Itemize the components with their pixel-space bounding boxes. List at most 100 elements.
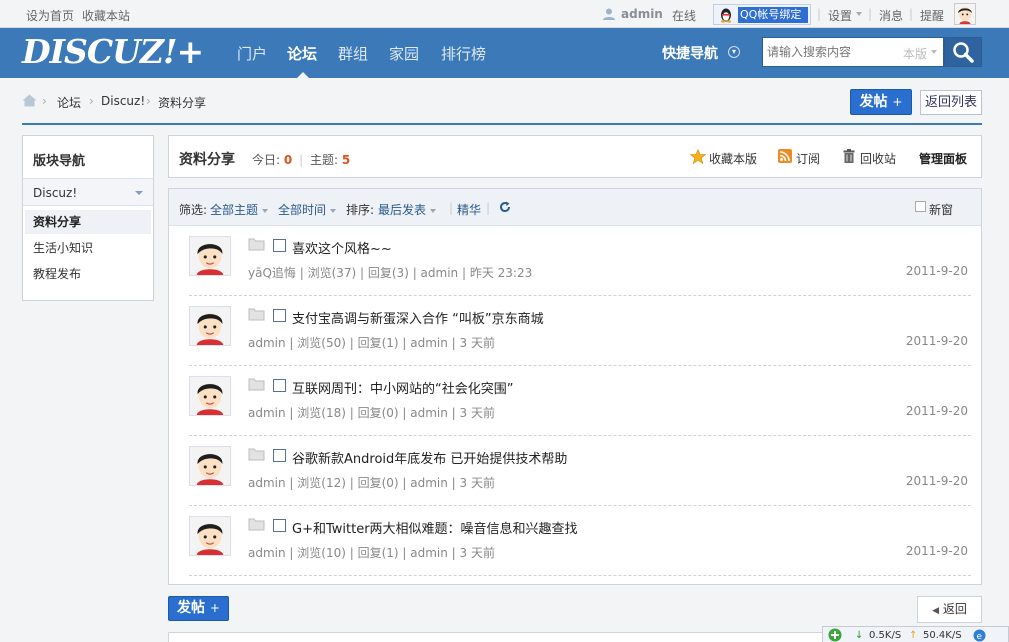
table-row[interactable]: G+和Twitter两大相似难题：噪音信息和兴趣查找 admin | 浏览(10)… (189, 506, 971, 576)
new-post-label: 发帖 (177, 600, 206, 616)
sidebar-item-life-tips[interactable]: 生活小知识 (25, 236, 151, 260)
user-avatar[interactable] (954, 3, 976, 25)
thread-title[interactable]: G+和Twitter两大相似难题：噪音信息和兴趣查找 (292, 518, 578, 537)
breadcrumb-discuz[interactable]: Discuz! (101, 94, 145, 108)
star-icon (690, 149, 706, 164)
messages-link[interactable]: 消息 (879, 7, 903, 24)
author-avatar[interactable] (189, 446, 231, 486)
thread-list: 筛选: 全部主题 全部时间 排序: 最后发表 | 精华 | 新窗 喜欢这个风格~… (168, 188, 982, 585)
author-avatar[interactable] (189, 236, 231, 276)
new-post-label: 发帖 (859, 94, 888, 110)
subscribe-link[interactable]: 订阅 (796, 150, 820, 167)
thread-date: 2011-9-20 (905, 404, 968, 418)
breadcrumb-current[interactable]: 资料分享 (158, 94, 206, 111)
chevron-down-icon (330, 208, 337, 213)
table-row[interactable]: 喜欢这个风格~~ yāQ追悔 | 浏览(37) | 回复(3) | admin |… (189, 226, 971, 296)
sidebar-item-resources[interactable]: 资料分享 (25, 210, 151, 234)
plus-icon: + (209, 601, 220, 615)
nav-ranking[interactable]: 排行榜 (441, 43, 486, 64)
nav-group[interactable]: 群组 (338, 43, 368, 64)
filter-bar: 筛选: 全部主题 全部时间 排序: 最后发表 | 精华 | 新窗 (169, 189, 981, 226)
forum-sidebar: 版块导航 Discuz! 资料分享 生活小知识 教程发布 (22, 135, 154, 301)
author-avatar[interactable] (189, 306, 231, 346)
new-post-button-bottom[interactable]: 发帖 + (168, 596, 229, 621)
search-input[interactable] (763, 38, 898, 66)
folder-icon (248, 517, 265, 531)
thread-checkbox[interactable] (273, 309, 286, 322)
thread-checkbox[interactable] (273, 379, 286, 392)
download-speed: 0.5K/S (869, 630, 902, 641)
qq-bind-button[interactable]: QQ帐号绑定 (713, 4, 811, 25)
table-row[interactable]: 支付宝高调与新蛋深入合作 “叫板”京东商城 admin | 浏览(50) | 回复… (189, 296, 971, 366)
bookmark-site-link[interactable]: 收藏本站 (82, 7, 130, 24)
thread-date: 2011-9-20 (905, 264, 968, 278)
settings-menu[interactable]: 设置 (828, 7, 852, 24)
search-scope-select[interactable]: 本版 (903, 45, 927, 62)
breadcrumb-separator: › (146, 94, 151, 108)
breadcrumb-separator: › (89, 94, 94, 108)
home-icon[interactable] (22, 94, 37, 107)
return-button[interactable]: ◀ 返回 (917, 596, 982, 623)
author-avatar[interactable] (189, 376, 231, 416)
author-avatar[interactable] (189, 516, 231, 556)
nav-home[interactable]: 家园 (389, 43, 419, 64)
search-button[interactable] (944, 37, 982, 67)
threads-label: 主题: (309, 153, 338, 167)
sort-select[interactable]: 最后发表 (378, 201, 437, 218)
thread-title[interactable]: 互联网周刊：中小网站的“社会化突围” (292, 378, 513, 397)
back-to-list-button[interactable]: 返回列表 (920, 90, 982, 115)
sort-select-label: 最后发表 (378, 203, 427, 217)
thread-checkbox[interactable] (273, 519, 286, 532)
thread-meta: admin | 浏览(18) | 回复(0) | admin | 3 天前 (248, 406, 495, 420)
set-home-link[interactable]: 设为首页 (26, 7, 74, 24)
thread-date: 2011-9-20 (905, 334, 968, 348)
thread-meta: yāQ追悔 | 浏览(37) | 回复(3) | admin | 昨天 23:2… (248, 266, 533, 280)
thread-title[interactable]: 支付宝高调与新蛋深入合作 “叫板”京东商城 (292, 308, 544, 327)
site-logo[interactable]: DISCUZ!+ (22, 32, 204, 71)
nav-portal[interactable]: 门户 (237, 43, 267, 64)
chevron-down-icon (430, 208, 437, 213)
table-row[interactable]: 谷歌新款Android年底发布 已开始提供技术帮助 admin | 浏览(12) … (189, 436, 971, 506)
chevron-down-icon: ▾ (728, 46, 740, 58)
recycle-bin-link[interactable]: 回收站 (860, 150, 896, 167)
upload-speed: 50.4K/S (923, 630, 962, 641)
breadcrumb-separator: › (42, 94, 47, 108)
separator: | (299, 153, 304, 167)
breadcrumb-forum[interactable]: 论坛 (57, 94, 81, 111)
divider (22, 123, 982, 125)
new-post-button[interactable]: 发帖 + (850, 89, 912, 115)
filter-all-threads-label: 全部主题 (210, 203, 259, 217)
new-window-checkbox[interactable] (915, 201, 926, 212)
thread-title[interactable]: 谷歌新款Android年底发布 已开始提供技术帮助 (292, 448, 567, 467)
chevron-left-icon: ◀ (932, 606, 940, 616)
today-label: 今日: (252, 153, 281, 167)
thread-title[interactable]: 喜欢这个风格~~ (292, 238, 392, 257)
sidebar-group-discuz[interactable]: Discuz! (23, 178, 153, 206)
manage-panel-link[interactable]: 管理面板 (919, 150, 967, 167)
svg-text:e: e (977, 632, 983, 642)
folder-icon (248, 307, 265, 321)
thread-checkbox[interactable] (273, 449, 286, 462)
filter-all-time-label: 全部时间 (278, 203, 327, 217)
table-row[interactable]: 互联网周刊：中小网站的“社会化突围” admin | 浏览(18) | 回复(0)… (189, 366, 971, 436)
quick-nav-menu[interactable]: 快捷导航 (662, 43, 718, 63)
filter-label: 筛选: (179, 203, 208, 217)
nav-forum[interactable]: 论坛 (287, 43, 317, 64)
thread-date: 2011-9-20 (905, 474, 968, 488)
refresh-icon[interactable] (499, 201, 511, 213)
filter-all-time[interactable]: 全部时间 (278, 201, 337, 218)
separator: | (817, 7, 822, 21)
username-link[interactable]: admin (621, 7, 663, 21)
qq-bind-label: QQ帐号绑定 (738, 7, 808, 23)
sidebar-item-tutorials[interactable]: 教程发布 (25, 262, 151, 286)
online-status[interactable]: 在线 (672, 7, 696, 24)
thread-checkbox[interactable] (273, 239, 286, 252)
separator: | (449, 201, 454, 215)
plus-icon: + (892, 95, 903, 109)
ie-icon: e (973, 629, 986, 642)
network-speed-widget: ↓ 0.5K/S ↑ 50.4K/S e (822, 626, 1009, 642)
favorite-forum-link[interactable]: 收藏本版 (709, 150, 757, 167)
filter-all-threads[interactable]: 全部主题 (210, 201, 269, 218)
filter-digest[interactable]: 精华 (457, 201, 481, 218)
reminders-link[interactable]: 提醒 (920, 7, 944, 24)
